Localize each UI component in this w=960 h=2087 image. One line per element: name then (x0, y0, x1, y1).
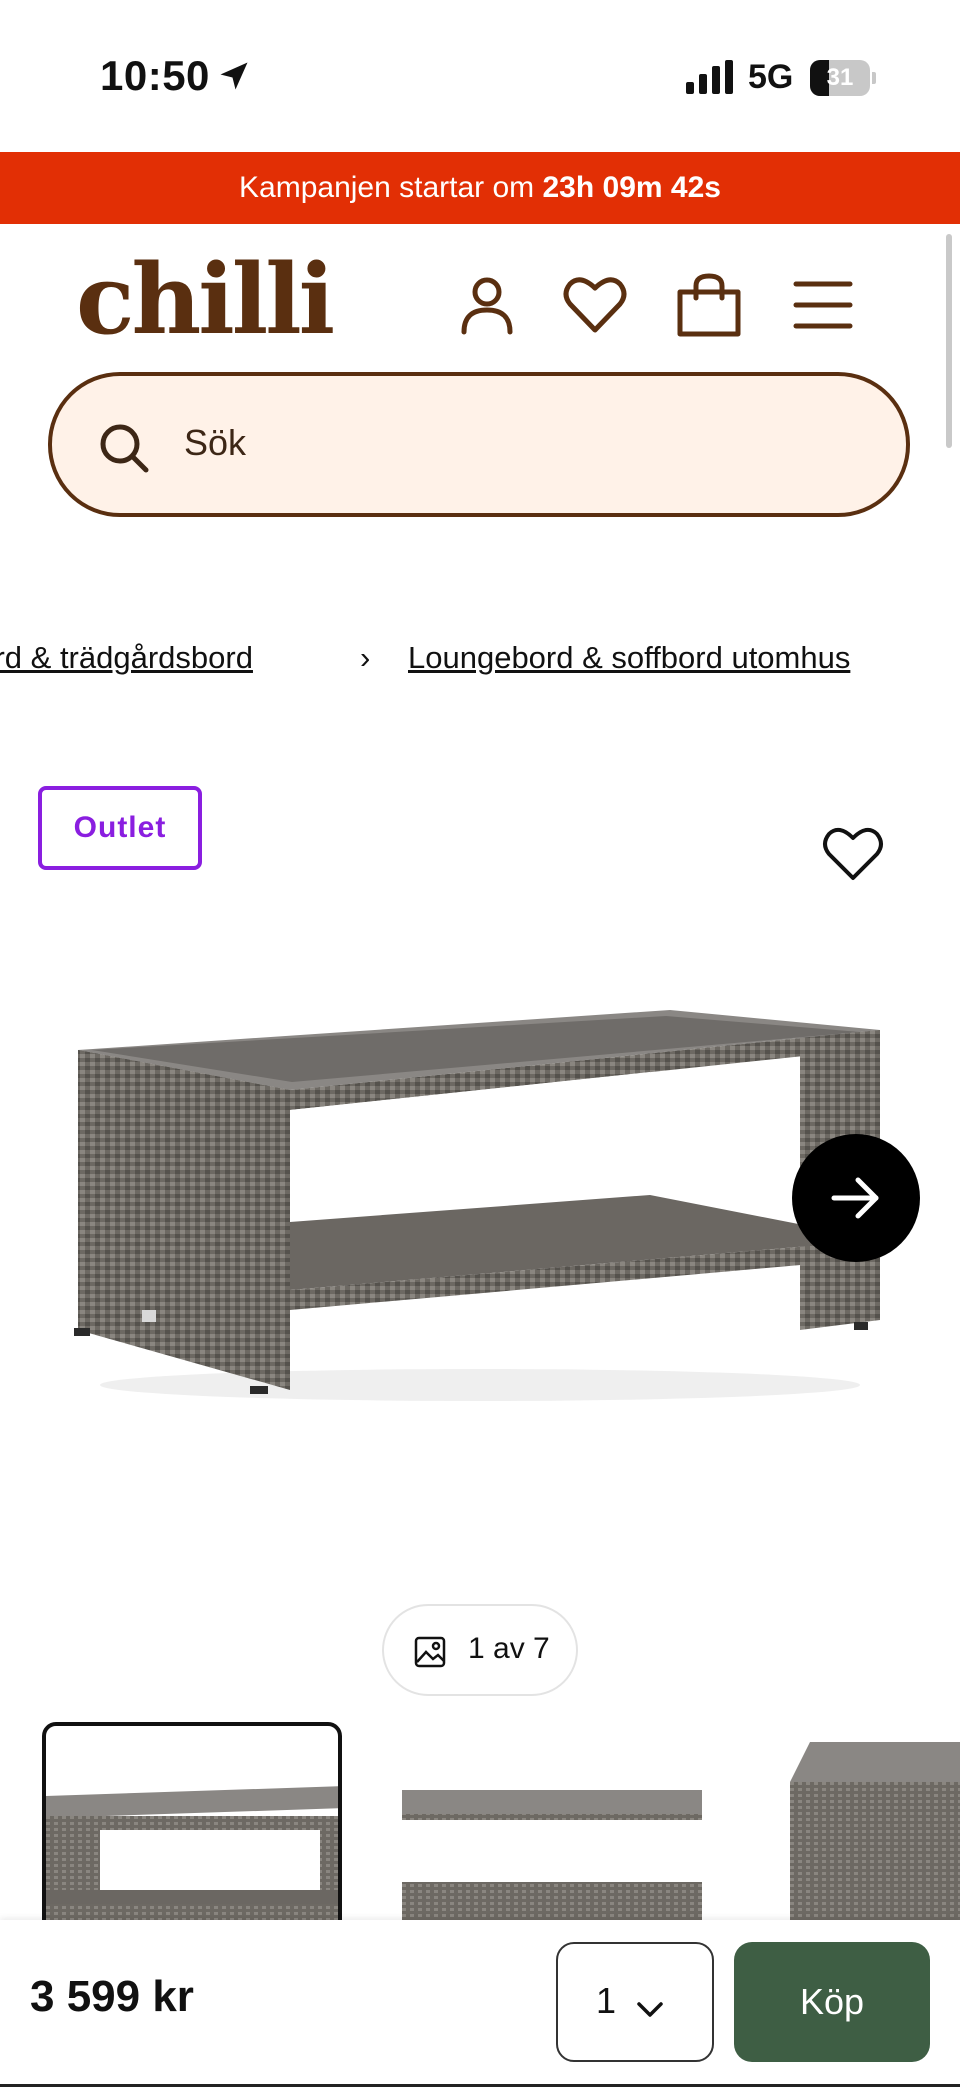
promo-text: Kampanjen startar om (239, 171, 543, 204)
thumbnail-2[interactable] (402, 1722, 702, 1920)
status-bar: 10:50 5G 31 (0, 0, 960, 150)
signal-icon (686, 60, 733, 94)
search-input[interactable]: Sök (184, 422, 246, 464)
next-image-button[interactable] (792, 1134, 920, 1262)
menu-icon[interactable] (788, 270, 858, 340)
image-icon (414, 1636, 446, 1668)
shopping-bag-icon[interactable] (674, 270, 744, 340)
account-icon[interactable] (452, 270, 522, 340)
network-type: 5G (748, 58, 794, 96)
buy-button[interactable]: Köp (734, 1942, 930, 2062)
search-icon (100, 424, 149, 473)
promo-countdown: 23h 09m 42s (542, 171, 721, 204)
battery-icon: 31 (810, 60, 876, 96)
thumbnail-3[interactable] (790, 1722, 960, 1920)
site-header: chilli (0, 224, 960, 374)
quantity-select[interactable]: 1 (556, 1942, 714, 2062)
location-arrow-icon (220, 62, 248, 90)
chilli-logo[interactable]: chilli (76, 252, 335, 348)
sticky-buy-bar: 3 599 kr 1 Köp (0, 1920, 960, 2087)
breadcrumb-separator: › (360, 640, 371, 675)
image-counter-text: 1 av 7 (468, 1632, 550, 1665)
thumbnail-strip (0, 1720, 960, 1920)
arrow-right-icon (831, 1177, 879, 1219)
breadcrumb: bord & trädgårdsbord › Loungebord & soff… (0, 640, 960, 690)
chevron-down-icon (637, 2002, 663, 2017)
image-counter[interactable]: 1 av 7 (382, 1604, 578, 1696)
page-scrollbar[interactable] (946, 234, 952, 448)
status-time: 10:50 (100, 52, 210, 99)
breadcrumb-link-garden-tables[interactable]: bord & trädgårdsbord (0, 640, 253, 676)
wishlist-heart-icon[interactable] (820, 822, 886, 884)
breadcrumb-link-lounge-tables[interactable]: Loungebord & soffbord utomhus (408, 640, 850, 676)
product-image[interactable] (60, 990, 900, 1410)
search-bar[interactable]: Sök (48, 372, 910, 517)
product-price: 3 599 kr (30, 1972, 194, 2021)
battery-level: 31 (826, 64, 854, 91)
promo-banner[interactable]: Kampanjen startar om 23h 09m 42s (0, 152, 960, 224)
outlet-badge: Outlet (38, 786, 202, 870)
thumbnail-1[interactable] (42, 1722, 342, 1920)
quantity-value: 1 (596, 1980, 617, 2021)
heart-icon[interactable] (560, 270, 630, 340)
